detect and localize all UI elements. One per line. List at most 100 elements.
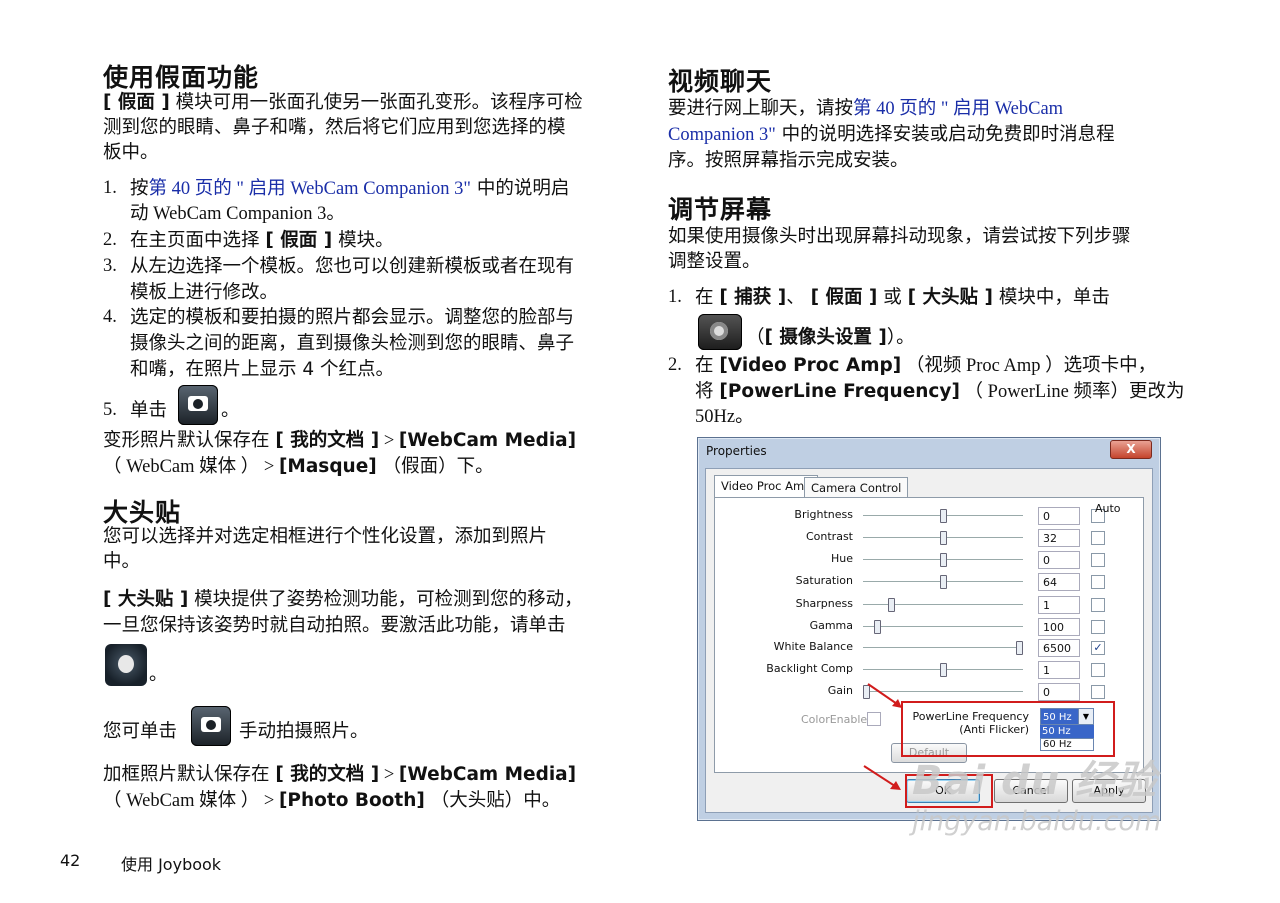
- property-label: Backlight Comp: [766, 662, 853, 675]
- cross-reference-link[interactable]: 第 40 页的 " 启用 WebCam Companion 3": [149, 179, 471, 199]
- watermark-url: jingyan.baidu.com: [912, 806, 1162, 837]
- property-label: Gain: [827, 684, 853, 697]
- property-row: Contrast 32: [715, 528, 1143, 550]
- property-value-input[interactable]: 6500: [1038, 639, 1080, 657]
- save-text: （ WebCam 媒体 ） >: [103, 457, 279, 477]
- section-title-adjust-screen: 调节屏幕: [668, 195, 773, 224]
- step-number: 1.: [103, 178, 117, 198]
- auto-column-header: Auto: [1095, 502, 1121, 515]
- cross-reference-link-cont[interactable]: Companion 3": [668, 125, 776, 145]
- step-text: 在主页面中选择: [130, 230, 266, 251]
- watermark-logo: Bai du 经验: [912, 758, 1158, 804]
- property-label: Gamma: [809, 619, 853, 632]
- property-value-input[interactable]: 64: [1038, 573, 1080, 591]
- page-number: 42: [60, 851, 81, 870]
- property-label: Brightness: [794, 508, 853, 521]
- mask-step-3: 3. 从左边选择一个模板。您也可以创建新模板或者在现有 模板上进行修改。: [103, 254, 643, 306]
- slider-track[interactable]: [863, 626, 1023, 627]
- mask-save-path-line2: （ WebCam 媒体 ） > [Masque] （假面）下。: [103, 454, 494, 481]
- step-number: 2.: [668, 355, 682, 375]
- property-label: Sharpness: [795, 597, 853, 610]
- property-value-input[interactable]: 100: [1038, 618, 1080, 636]
- slider-thumb[interactable]: [940, 553, 947, 567]
- path-separator: >: [379, 765, 399, 785]
- save-text: 变形照片默认保存在: [103, 430, 276, 451]
- adjust-screen-intro-line2: 调整设置。: [668, 251, 761, 272]
- property-row: Hue 0: [715, 550, 1143, 572]
- mask-intro: [ 假面 ] 模块可用一张面孔使另一张面孔变形。该程序可检: [103, 90, 583, 116]
- camera-capture-icon[interactable]: [178, 385, 218, 425]
- step-text: 按: [130, 178, 149, 199]
- property-value-input[interactable]: 32: [1038, 529, 1080, 547]
- video-proc-amp-pane: Gain 0 Backlight Comp 1 White Balance 6500 ✓ Ga…: [714, 497, 1144, 773]
- manual-capture-text: 您可单击: [103, 721, 178, 742]
- color-enable-checkbox[interactable]: [867, 712, 881, 726]
- gesture-detection-icon[interactable]: [105, 644, 147, 686]
- slider-thumb[interactable]: [873, 620, 881, 634]
- property-row: Gamma 100: [715, 617, 1143, 639]
- mask-intro-line2: 测到您的眼睛、鼻子和嘴，然后将它们应用到您选择的模: [103, 117, 566, 138]
- section-title-mask: 使用假面功能: [103, 63, 260, 92]
- slider-thumb[interactable]: [887, 598, 895, 612]
- adjust-step-1: 1. 在 [ 捕获 ]、 [ 假面 ] 或 [ 大头贴 ] 模块中，单击: [668, 285, 1188, 311]
- camera-settings-icon[interactable]: [698, 314, 742, 350]
- camera-capture-icon[interactable]: [191, 706, 231, 746]
- tab-video-proc-amp[interactable]: Video Proc Amp: [714, 475, 819, 499]
- paren: ）。: [886, 327, 915, 348]
- property-value-input[interactable]: 0: [1038, 551, 1080, 569]
- video-chat-text-a: 要进行网上聊天，请按: [668, 98, 854, 119]
- path-separator: >: [379, 431, 399, 451]
- tab-camera-control[interactable]: Camera Control: [804, 477, 909, 498]
- step-text-line2: 动 WebCam Companion 3。: [130, 204, 345, 224]
- mask-module-name: [ 假面 ]: [810, 287, 878, 308]
- video-chat-text-b: 中的说明选择安装或启动免费即时消息程: [775, 124, 1115, 145]
- auto-checkbox[interactable]: [1091, 553, 1105, 567]
- step-text-line3: 50Hz。: [695, 407, 754, 427]
- slider-thumb[interactable]: [1015, 641, 1023, 655]
- property-value-input[interactable]: 0: [1038, 683, 1080, 701]
- auto-checkbox[interactable]: [1091, 598, 1105, 612]
- camera-settings-name: [ 摄像头设置 ]: [764, 327, 887, 348]
- auto-checkbox[interactable]: [1091, 663, 1105, 677]
- slider-thumb[interactable]: [940, 509, 947, 523]
- auto-checkbox[interactable]: [1091, 685, 1105, 699]
- mask-step-1: 1. 按第 40 页的 " 启用 WebCam Companion 3" 中的说…: [103, 176, 643, 228]
- mask-save-path: 变形照片默认保存在 [ 我的文档 ] > [WebCam Media]: [103, 428, 576, 455]
- property-value-input[interactable]: 0: [1038, 507, 1080, 525]
- step-number: 4.: [103, 307, 117, 327]
- photo-booth-save-path-line2: （ WebCam 媒体 ） > [Photo Booth] （大头贴）中。: [103, 788, 560, 815]
- step-text: 将: [695, 381, 720, 402]
- auto-checkbox[interactable]: ✓: [1091, 641, 1105, 655]
- slider-thumb[interactable]: [940, 531, 947, 545]
- webcam-media-path: [WebCam Media]: [398, 430, 577, 451]
- step-text-line3: 和嘴，在照片上显示 4 个红点。: [130, 359, 395, 380]
- photo-booth-folder: [Photo Booth]: [278, 790, 425, 811]
- powerline-frequency-ref: [PowerLine Frequency]: [719, 381, 960, 402]
- auto-checkbox[interactable]: [1091, 531, 1105, 545]
- property-row: Sharpness 1: [715, 595, 1143, 617]
- photo-booth-gesture: [ 大头贴 ] 模块提供了姿势检测功能，可检测到您的移动，: [103, 587, 583, 613]
- red-arrow-icon: [863, 765, 901, 790]
- property-label: Hue: [830, 552, 853, 565]
- close-button[interactable]: X: [1110, 440, 1152, 459]
- photo-booth-module-name: [ 大头贴 ]: [907, 287, 993, 308]
- slider-thumb[interactable]: [940, 663, 947, 677]
- slider-track[interactable]: [863, 647, 1023, 648]
- mask-step-2: 2. 在主页面中选择 [ 假面 ] 模块。: [103, 228, 643, 254]
- video-chat-text: 要进行网上聊天，请按第 40 页的 " 启用 WebCam: [668, 96, 1063, 123]
- step-text: 中的说明启: [470, 178, 570, 199]
- cross-reference-link[interactable]: 第 40 页的 " 启用 WebCam: [853, 99, 1063, 119]
- property-value-input[interactable]: 1: [1038, 661, 1080, 679]
- property-row: Brightness 0: [715, 506, 1143, 528]
- my-documents-path: [ 我的文档 ]: [275, 430, 380, 451]
- step-text: 单击: [130, 400, 168, 421]
- webcam-media-path: [WebCam Media]: [398, 764, 577, 785]
- step-text: 在: [695, 355, 720, 376]
- red-arrow-icon: [867, 683, 902, 708]
- camera-settings-label: （[ 摄像头设置 ]）。: [746, 325, 915, 351]
- section-title-video-chat: 视频聊天: [668, 67, 773, 96]
- slider-thumb[interactable]: [940, 575, 947, 589]
- property-value-input[interactable]: 1: [1038, 596, 1080, 614]
- auto-checkbox[interactable]: [1091, 575, 1105, 589]
- auto-checkbox[interactable]: [1091, 620, 1105, 634]
